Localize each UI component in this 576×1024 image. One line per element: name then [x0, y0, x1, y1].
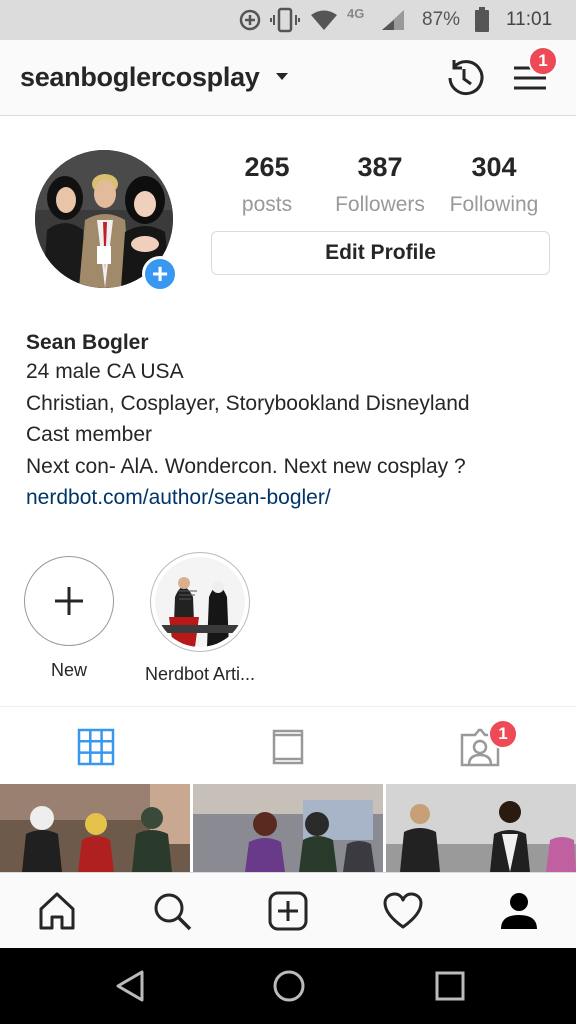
highlight-label: New	[50, 660, 87, 680]
archive-history-icon	[448, 60, 484, 96]
nav-profile[interactable]	[497, 889, 541, 933]
bio-line: Christian, Cosplayer, Storybookland Disn…	[26, 391, 470, 415]
nav-search[interactable]	[150, 889, 194, 933]
heart-icon	[383, 892, 423, 929]
grid-photo[interactable]	[193, 784, 383, 872]
highlight-nerdbot[interactable]: Nerdbot Arti...	[130, 552, 270, 685]
tab-tagged[interactable]: 1	[458, 719, 518, 769]
nav-activity[interactable]	[381, 889, 425, 933]
android-recents-button[interactable]	[432, 968, 468, 1004]
stat-count: 304	[471, 152, 517, 182]
signal-icon	[382, 10, 404, 30]
battery-icon	[475, 7, 489, 32]
bio-line: Cast member	[26, 423, 153, 446]
bio-website-link[interactable]: nerdbot.com/author/sean-bogler/	[26, 482, 556, 514]
account-switcher[interactable]: seanboglercosplay	[20, 62, 260, 93]
bio-line: Next con- AlA. Wondercon. Next new cospl…	[26, 454, 466, 478]
edit-profile-button[interactable]: Edit Profile	[211, 231, 550, 275]
back-icon	[116, 970, 144, 1002]
stat-count: 265	[244, 152, 290, 182]
stat-posts[interactable]: 265 posts	[207, 152, 327, 217]
tab-feed[interactable]	[266, 725, 310, 769]
archive-button[interactable]	[440, 54, 488, 102]
nav-new-post[interactable]	[266, 889, 310, 933]
android-navigation-bar	[0, 948, 576, 1024]
android-back-button[interactable]	[112, 968, 148, 1004]
highlight-new[interactable]: New	[0, 556, 139, 681]
tagged-notification-badge: 1	[488, 719, 518, 749]
home-circle-icon	[273, 970, 305, 1002]
wifi-icon	[311, 10, 337, 30]
android-home-button[interactable]	[271, 968, 307, 1004]
clock: 11:01	[506, 9, 553, 30]
bottom-navigation	[0, 872, 576, 948]
highlight-new-circle	[24, 556, 114, 646]
add-post-icon	[268, 891, 308, 931]
profile-tabs: 1	[0, 706, 576, 784]
feed-icon	[272, 729, 304, 765]
display-name: Sean Bogler	[26, 331, 149, 354]
highlight-label: Nerdbot Arti...	[144, 664, 256, 684]
stat-label: posts	[241, 193, 293, 216]
stat-count: 387	[357, 152, 403, 182]
grid-icon	[77, 728, 115, 766]
network-type: 4G	[347, 6, 365, 21]
grid-photo[interactable]	[386, 784, 576, 872]
home-icon	[39, 892, 75, 930]
plus-icon	[55, 587, 83, 615]
stat-label: Following	[449, 193, 539, 216]
grid-photo-image	[193, 784, 383, 872]
stat-followers[interactable]: 387 Followers	[320, 152, 440, 217]
status-bar: 4G 87% 11:01	[0, 0, 576, 40]
vibrate-icon	[270, 7, 300, 33]
grid-photo-image	[0, 784, 190, 872]
stat-following[interactable]: 304 Following	[434, 152, 554, 217]
nav-home[interactable]	[35, 889, 79, 933]
photo-grid	[0, 784, 576, 872]
add-story-button[interactable]: +	[142, 256, 178, 292]
highlight-cover	[150, 552, 250, 652]
bio: Sean Bogler 24 male CA USA Christian, Co…	[26, 330, 556, 514]
menu-notification-badge: 1	[528, 46, 558, 76]
grid-photo[interactable]	[0, 784, 190, 872]
profile-header: seanboglercosplay 1	[0, 40, 576, 116]
caret-down-icon[interactable]	[276, 73, 288, 80]
menu-button[interactable]: 1	[506, 46, 558, 102]
recents-icon	[435, 971, 465, 1001]
search-icon	[154, 893, 192, 931]
plus-icon: +	[151, 258, 169, 289]
tab-grid[interactable]	[74, 725, 118, 769]
add-circle-icon	[239, 9, 261, 31]
stat-label: Followers	[335, 193, 425, 216]
profile-icon	[501, 893, 537, 929]
bio-line: 24 male CA USA	[26, 360, 184, 383]
grid-photo-image	[386, 784, 576, 872]
highlight-cover-image	[155, 557, 245, 647]
battery-percent: 87%	[422, 9, 461, 30]
